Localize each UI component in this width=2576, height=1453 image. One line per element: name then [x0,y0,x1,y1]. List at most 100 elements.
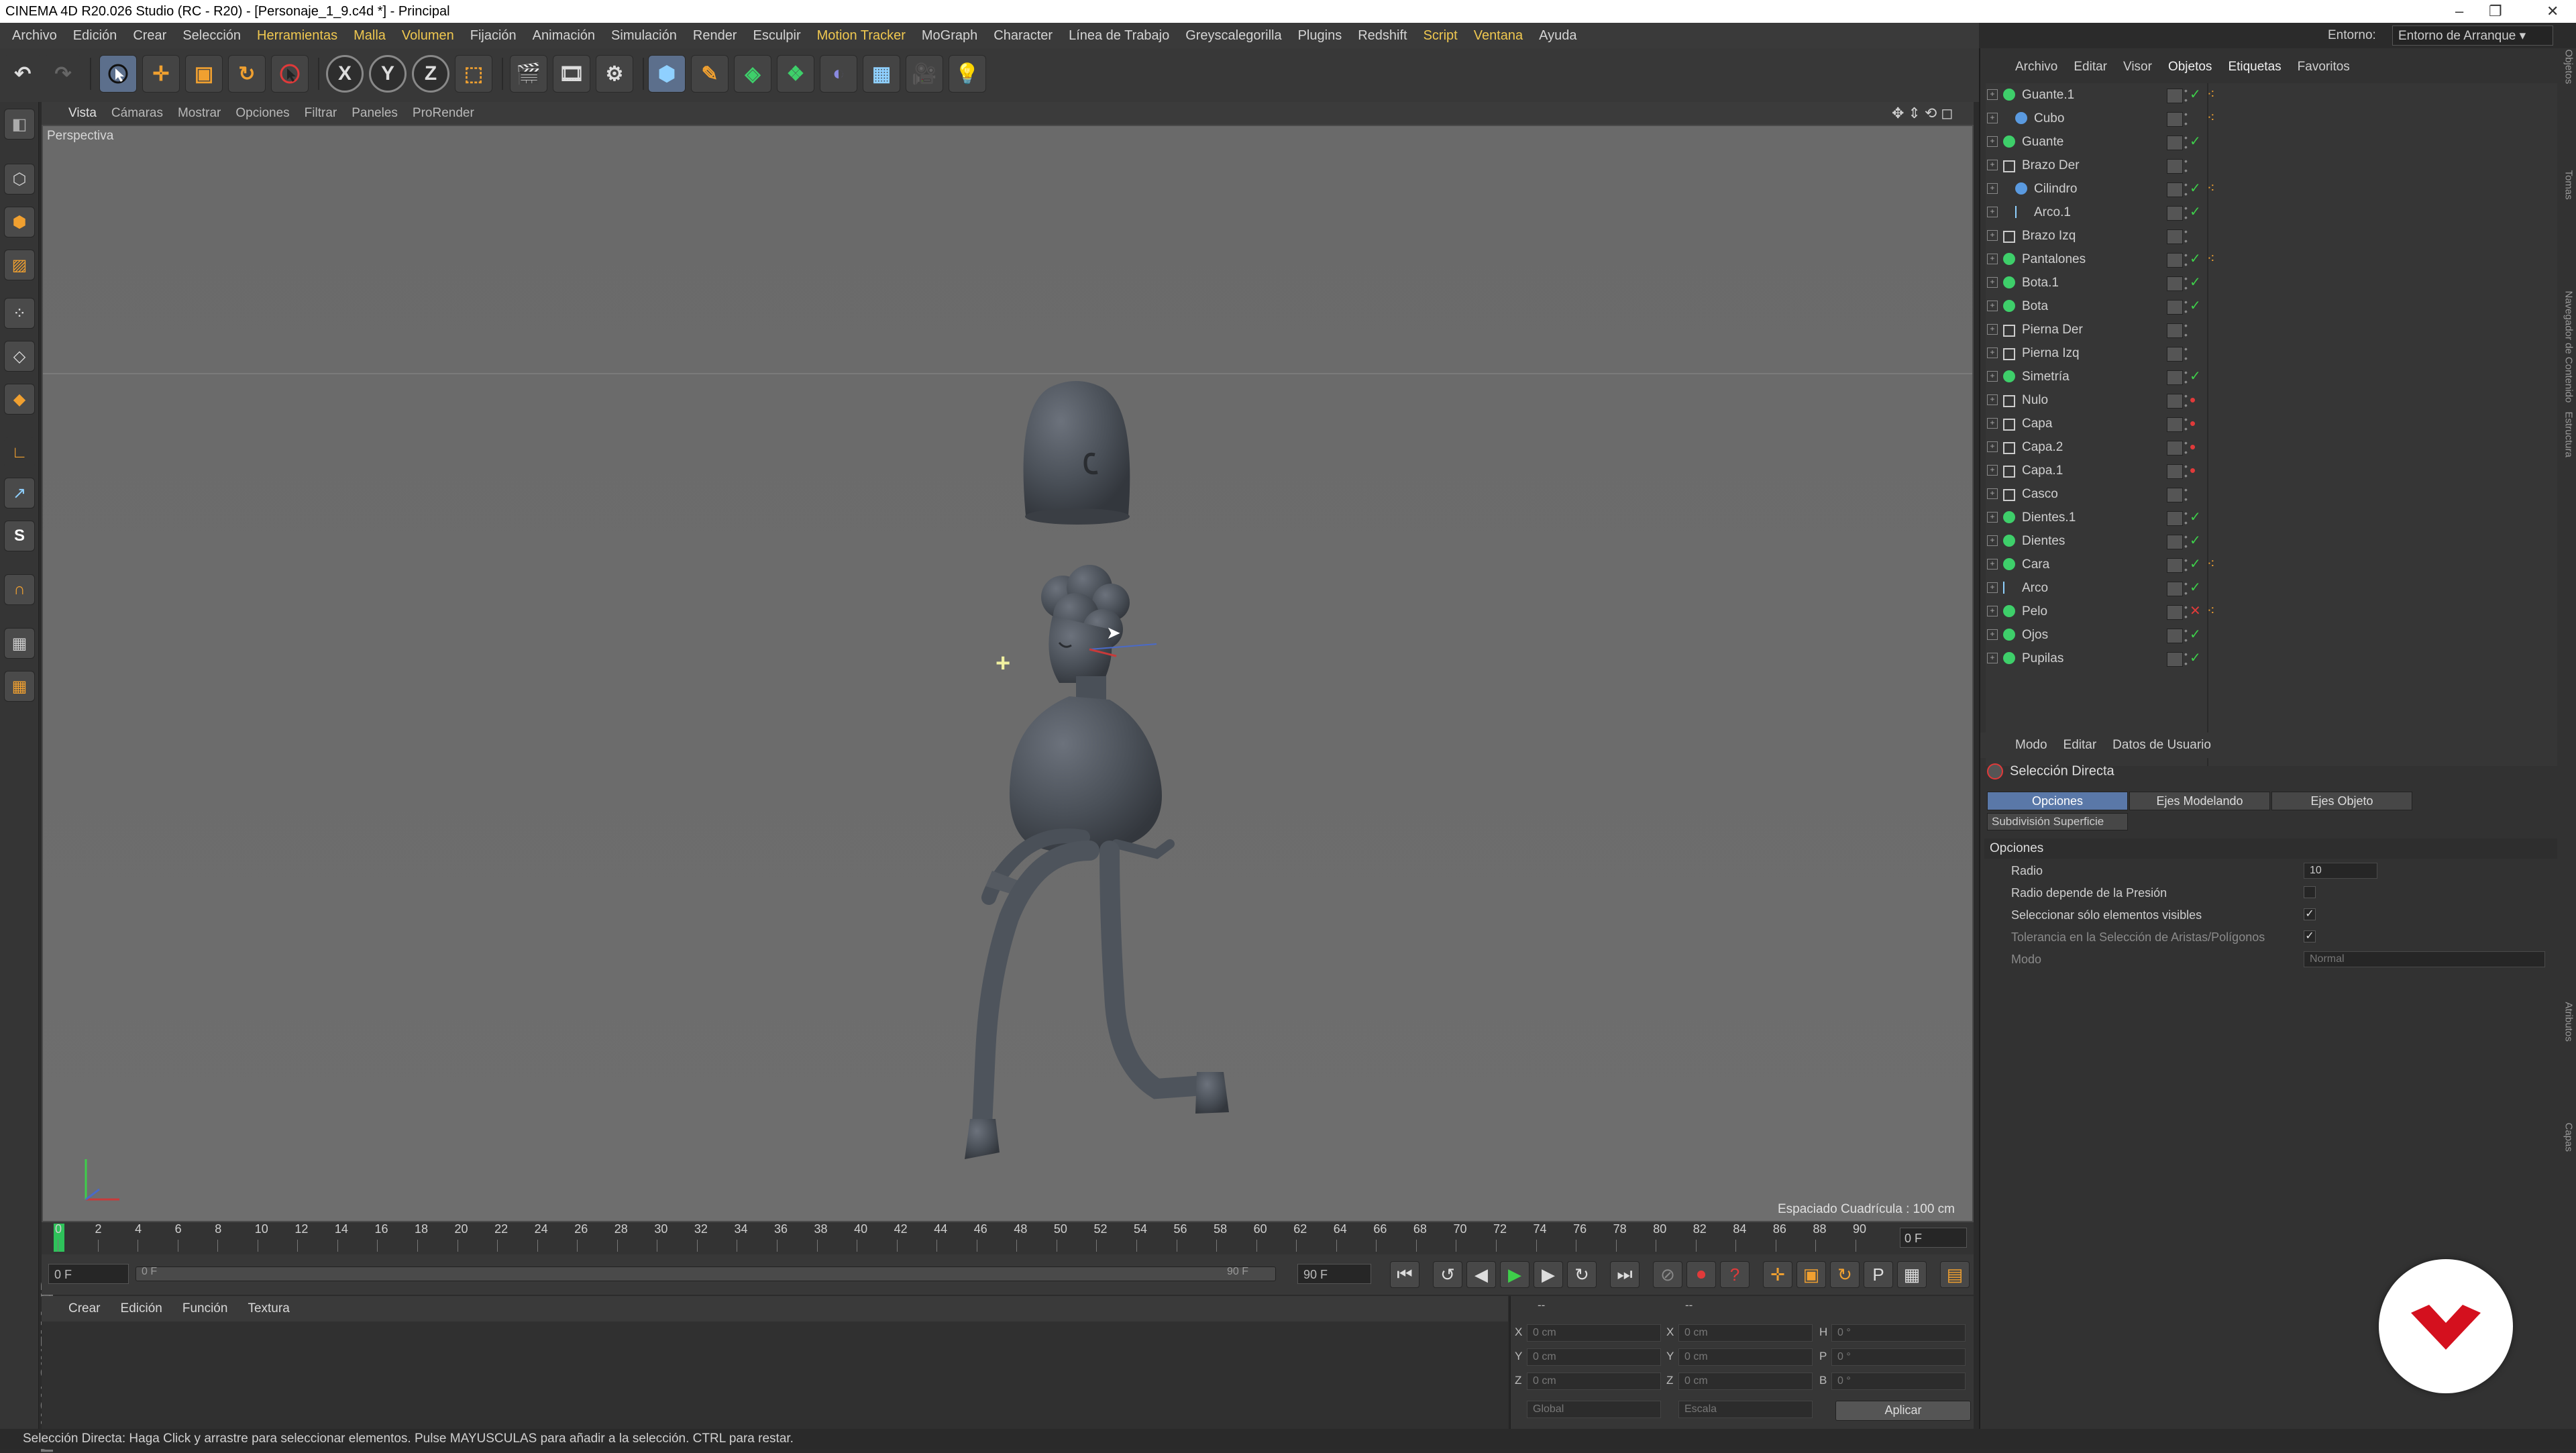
redo-icon[interactable]: ↷ [44,55,82,93]
editor-render-dots-icon[interactable]: • • [2184,133,2188,152]
expand-toggle-icon[interactable]: + [1987,418,1998,429]
apply-button[interactable]: Aplicar [1835,1401,1971,1421]
timeline-window-icon[interactable]: ▤ [1940,1261,1970,1288]
expand-toggle-icon[interactable]: + [1987,89,1998,100]
layer-visibility-icon[interactable] [2167,229,2183,244]
layer-visibility-icon[interactable] [2167,582,2183,596]
axis-mode-icon[interactable]: ∟ [4,437,35,468]
layer-visibility-icon[interactable] [2167,253,2183,268]
layer-visibility-icon[interactable] [2167,89,2183,103]
attr-checkbox-radio-depende-de-la-presion[interactable] [2304,886,2316,898]
key-scale-icon[interactable]: ▣ [1796,1261,1826,1288]
editor-render-dots-icon[interactable]: • • [2184,415,2188,433]
enabled-check-icon[interactable]: ✓ [2190,271,2201,294]
expand-toggle-icon[interactable]: + [1987,371,1998,382]
menu-item-character[interactable]: Character [989,23,1057,48]
menu-item-esculpir[interactable]: Esculpir [749,23,804,48]
coord-size-field[interactable]: 0 cm [1678,1373,1813,1390]
attr-checkbox-tolerancia-en-la-seleccion-de-aristas-poligonos[interactable]: ✓ [2304,930,2316,943]
expand-toggle-icon[interactable]: + [1987,394,1998,405]
object-menu-objetos[interactable]: Objetos [2168,55,2212,79]
expand-toggle-icon[interactable]: + [1987,535,1998,546]
workplane-icon[interactable]: ▨ [4,250,35,280]
material-menu-textura[interactable]: Textura [248,1296,289,1322]
layer-visibility-icon[interactable] [2167,511,2183,526]
side-tab-capas[interactable]: Capas [2563,1123,2575,1197]
x-axis-lock-icon[interactable]: X [326,55,364,93]
start-frame-field[interactable]: 0 F [48,1264,129,1284]
keyframe-selection-icon[interactable]: ? [1720,1261,1750,1288]
object-row-cubo[interactable]: + Cubo • • ⁖ [1986,107,2557,130]
enabled-check-icon[interactable]: ✓ [2190,83,2201,107]
editor-render-dots-icon[interactable]: • • [2184,508,2188,527]
mode-select[interactable]: Normal [2304,951,2545,967]
key-parameter-icon[interactable]: P [1864,1261,1893,1288]
menu-item-volumen[interactable]: Volumen [398,23,458,48]
disabled-dot-icon[interactable]: • [2190,412,2196,435]
undo-icon[interactable]: ↶ [4,55,42,93]
expand-toggle-icon[interactable]: + [1987,136,1998,147]
play-icon[interactable]: ▶ [1500,1261,1529,1288]
key-position-icon[interactable]: ✛ [1763,1261,1792,1288]
expand-toggle-icon[interactable]: + [1987,277,1998,288]
object-row-pelo[interactable]: + Pelo • • ✕ ⁖ [1986,600,2557,623]
enabled-check-icon[interactable]: ✓ [2190,130,2201,154]
cloner-icon[interactable]: ❖ [777,55,814,93]
enabled-check-icon[interactable]: ✓ [2190,576,2201,600]
environment-dropdown[interactable]: Entorno de Arranque ▾ [2392,25,2553,46]
editor-render-dots-icon[interactable]: • • [2184,180,2188,199]
render-picture-viewer-icon[interactable]: 🎞 [553,55,590,93]
expand-toggle-icon[interactable]: + [1987,582,1998,593]
editor-render-dots-icon[interactable]: • • [2184,626,2188,645]
menu-item-ayuda[interactable]: Ayuda [1535,23,1580,48]
editor-render-dots-icon[interactable]: • • [2184,274,2188,292]
layer-visibility-icon[interactable] [2167,558,2183,573]
expand-toggle-icon[interactable]: + [1987,441,1998,452]
expand-toggle-icon[interactable]: + [1987,301,1998,311]
viewport-menu-vista[interactable]: Vista [68,102,97,125]
menu-item-simulacion[interactable]: Simulación [607,23,681,48]
menu-item-ventana[interactable]: Ventana [1470,23,1527,48]
menu-item-fijacion[interactable]: Fijación [466,23,521,48]
layer-visibility-icon[interactable] [2167,441,2183,455]
expand-toggle-icon[interactable]: + [1987,512,1998,523]
editor-render-dots-icon[interactable]: • • [2184,485,2188,504]
enabled-check-icon[interactable]: ✓ [2190,248,2201,271]
menu-item-plugins[interactable]: Plugins [1294,23,1346,48]
object-row-nulo[interactable]: + Nulo • • • [1986,388,2557,412]
autokey-icon[interactable]: ⏺ [1686,1261,1716,1288]
current-frame-field[interactable]: 0 F [1900,1228,1967,1248]
editor-render-dots-icon[interactable]: • • [2184,462,2188,480]
render-view-icon[interactable]: 🎬 [510,55,547,93]
editor-render-dots-icon[interactable]: • • [2184,86,2188,105]
model-mode-icon[interactable]: ⬡ [4,164,35,195]
coord-position-field[interactable]: 0 cm [1527,1348,1661,1366]
enabled-check-icon[interactable]: ✓ [2190,365,2201,388]
tab-ejes-modelando[interactable]: Ejes Modelando [2129,792,2270,810]
record-keys-icon[interactable]: ⊘ [1653,1261,1682,1288]
editor-render-dots-icon[interactable]: • • [2184,391,2188,410]
tweak-mode-icon[interactable]: ↗ [4,478,35,508]
layer-visibility-icon[interactable] [2167,605,2183,620]
next-key-icon[interactable]: ↻ [1567,1261,1597,1288]
viewport-menu-paneles[interactable]: Paneles [352,102,398,125]
y-axis-lock-icon[interactable]: Y [369,55,407,93]
object-row-brazo-der[interactable]: + Brazo Der • • [1986,154,2557,177]
object-row-ojos[interactable]: + Ojos • • ✓ [1986,623,2557,647]
radius-input[interactable]: 10 [2304,863,2377,879]
expand-toggle-icon[interactable]: + [1987,488,1998,499]
editor-render-dots-icon[interactable]: • • [2184,250,2188,269]
editor-render-dots-icon[interactable]: • • [2184,532,2188,551]
next-frame-icon[interactable]: ▶ [1534,1261,1563,1288]
editor-render-dots-icon[interactable]: • • [2184,368,2188,386]
enabled-check-icon[interactable]: ✓ [2190,647,2201,670]
menu-item-crear[interactable]: Crear [129,23,170,48]
attribute-menu-editar[interactable]: Editar [2063,733,2097,758]
disabled-x-icon[interactable]: ✕ [2190,600,2201,623]
editor-render-dots-icon[interactable]: • • [2184,602,2188,621]
menu-item-script[interactable]: Script [1419,23,1462,48]
expand-toggle-icon[interactable]: + [1987,254,1998,264]
key-pla-icon[interactable]: ▦ [1897,1261,1927,1288]
side-tab-objetos[interactable]: Objetos [2563,50,2575,123]
menu-item-herramientas[interactable]: Herramientas [253,23,341,48]
